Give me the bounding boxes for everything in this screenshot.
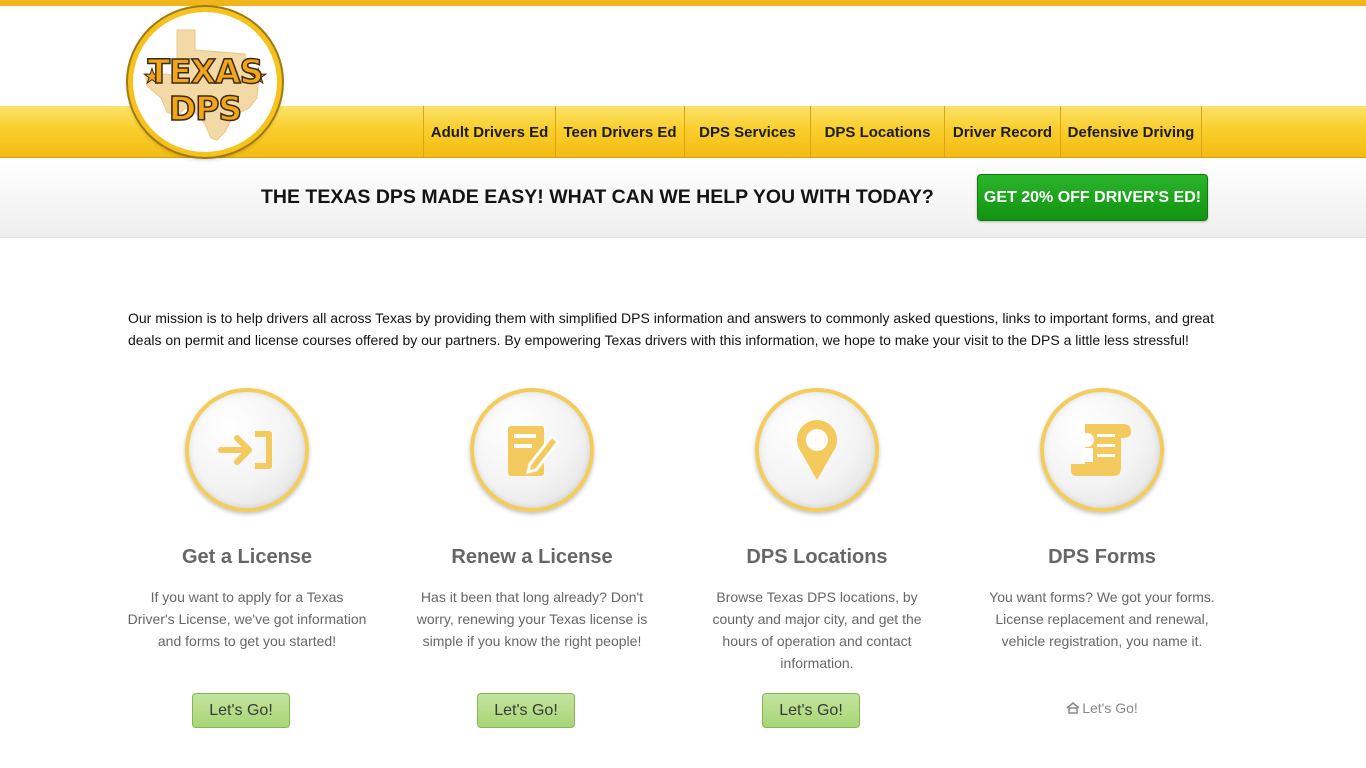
get-license-go-button[interactable]: Let's Go! [192,693,290,728]
drivers-ed-discount-button[interactable]: GET 20% OFF DRIVER'S ED! [977,174,1208,221]
renew-license-go-button[interactable]: Let's Go! [477,693,575,728]
nav-item-dps-services[interactable]: DPS Services [684,106,810,158]
home-icon [1066,702,1080,714]
edit-document-icon [508,426,560,476]
main-nav: Adult Drivers Ed Teen Drivers Ed DPS Ser… [423,106,1202,158]
map-pin-icon [797,420,837,480]
dps-forms-go-label: Let's Go! [1082,700,1138,716]
card-description: Has it been that long already? Don't wor… [416,589,648,649]
nav-item-defensive-driving[interactable]: Defensive Driving [1060,106,1202,158]
nav-item-driver-record[interactable]: Driver Record [944,106,1060,158]
scroll-document-icon [1071,424,1131,476]
texas-dps-logo[interactable]: ★ ★ TEXAS DPS [128,7,282,157]
logo-text-texas: TEXAS [147,51,264,92]
get-license-icon-circle[interactable] [185,388,309,512]
card-title: Renew a License [451,546,613,568]
dps-locations-icon-circle[interactable] [755,388,879,512]
dps-forms-go-link[interactable]: Let's Go! [977,700,1227,716]
dps-forms-icon-circle[interactable] [1040,388,1164,512]
card-description: Browse Texas DPS locations, by county an… [712,589,922,671]
card-description: If you want to apply for a Texas Driver'… [127,589,367,649]
nav-item-teen-drivers-ed[interactable]: Teen Drivers Ed [555,106,684,158]
renew-license-icon-circle[interactable] [470,388,594,512]
nav-item-adult-drivers-ed[interactable]: Adult Drivers Ed [423,106,555,158]
card-title: DPS Forms [1048,546,1156,568]
card-title: DPS Locations [746,546,888,568]
dps-locations-go-button[interactable]: Let's Go! [762,693,860,728]
nav-item-dps-locations[interactable]: DPS Locations [810,106,944,158]
banner-title: THE TEXAS DPS MADE EASY! WHAT CAN WE HEL… [261,186,934,208]
card-description: You want forms? We got your forms. Licen… [989,589,1215,649]
mission-statement: Our mission is to help drivers all acros… [128,310,1214,348]
card-title: Get a License [181,546,313,568]
logo-text-dps: DPS [168,88,243,129]
sign-in-icon [218,431,272,469]
